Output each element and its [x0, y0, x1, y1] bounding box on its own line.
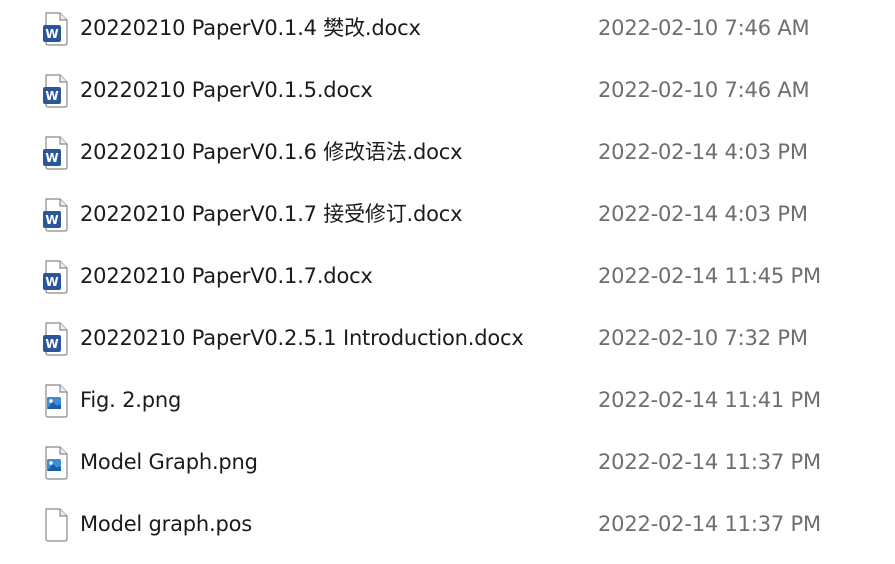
file-name[interactable]: Model Graph.png — [80, 447, 258, 477]
svg-text:W: W — [45, 27, 58, 41]
file-row[interactable]: W 20220210 PaperV0.1.7 接受修订.docx 2022-02… — [0, 186, 895, 248]
file-row[interactable]: Fig. 2.png 2022-02-14 11:41 PM — [0, 372, 895, 434]
file-date-modified: 2022-02-14 11:37 PM — [598, 450, 821, 474]
word-document-icon: W — [43, 12, 69, 46]
file-row[interactable]: W 20220210 PaperV0.1.5.docx 2022-02-10 7… — [0, 62, 895, 124]
file-date-modified: 2022-02-10 7:32 PM — [598, 326, 808, 350]
file-name[interactable]: 20220210 PaperV0.1.6 修改语法.docx — [80, 137, 463, 167]
word-document-icon: W — [43, 198, 69, 232]
file-date-modified: 2022-02-10 7:46 AM — [598, 78, 810, 102]
file-row[interactable]: Model Graph.png 2022-02-14 11:37 PM — [0, 434, 895, 496]
image-file-icon — [43, 384, 69, 418]
word-document-icon: W — [43, 322, 69, 356]
file-name[interactable]: 20220210 PaperV0.1.7 接受修订.docx — [80, 199, 463, 229]
svg-text:W: W — [45, 275, 58, 289]
svg-text:W: W — [45, 89, 58, 103]
file-name[interactable]: Fig. 2.png — [80, 385, 181, 415]
file-name[interactable]: 20220210 PaperV0.1.4 樊改.docx — [80, 13, 421, 43]
svg-text:W: W — [45, 337, 58, 351]
file-date-modified: 2022-02-14 4:03 PM — [598, 140, 808, 164]
file-row[interactable]: Model graph.pos 2022-02-14 11:37 PM — [0, 496, 895, 558]
word-document-icon: W — [43, 74, 69, 108]
file-date-modified: 2022-02-14 11:41 PM — [598, 388, 821, 412]
word-document-icon: W — [43, 260, 69, 294]
file-row[interactable]: W 20220210 PaperV0.1.4 樊改.docx 2022-02-1… — [0, 0, 895, 62]
file-date-modified: 2022-02-14 11:37 PM — [598, 512, 821, 536]
file-row[interactable]: W 20220210 PaperV0.2.5.1 Introduction.do… — [0, 310, 895, 372]
file-date-modified: 2022-02-10 7:46 AM — [598, 16, 810, 40]
file-name[interactable]: 20220210 PaperV0.1.7.docx — [80, 261, 373, 291]
image-file-icon — [43, 446, 69, 480]
svg-text:W: W — [45, 213, 58, 227]
file-name[interactable]: Model graph.pos — [80, 509, 252, 539]
file-name[interactable]: 20220210 PaperV0.1.5.docx — [80, 75, 373, 105]
file-row[interactable]: W 20220210 PaperV0.1.6 修改语法.docx 2022-02… — [0, 124, 895, 186]
word-document-icon: W — [43, 136, 69, 170]
file-list: W 20220210 PaperV0.1.4 樊改.docx 2022-02-1… — [0, 0, 895, 564]
file-name[interactable]: 20220210 PaperV0.2.5.1 Introduction.docx — [80, 323, 524, 353]
file-date-modified: 2022-02-14 11:45 PM — [598, 264, 821, 288]
file-date-modified: 2022-02-14 4:03 PM — [598, 202, 808, 226]
generic-file-icon — [43, 508, 69, 542]
svg-text:W: W — [45, 151, 58, 165]
file-row[interactable]: W 20220210 PaperV0.1.7.docx 2022-02-14 1… — [0, 248, 895, 310]
